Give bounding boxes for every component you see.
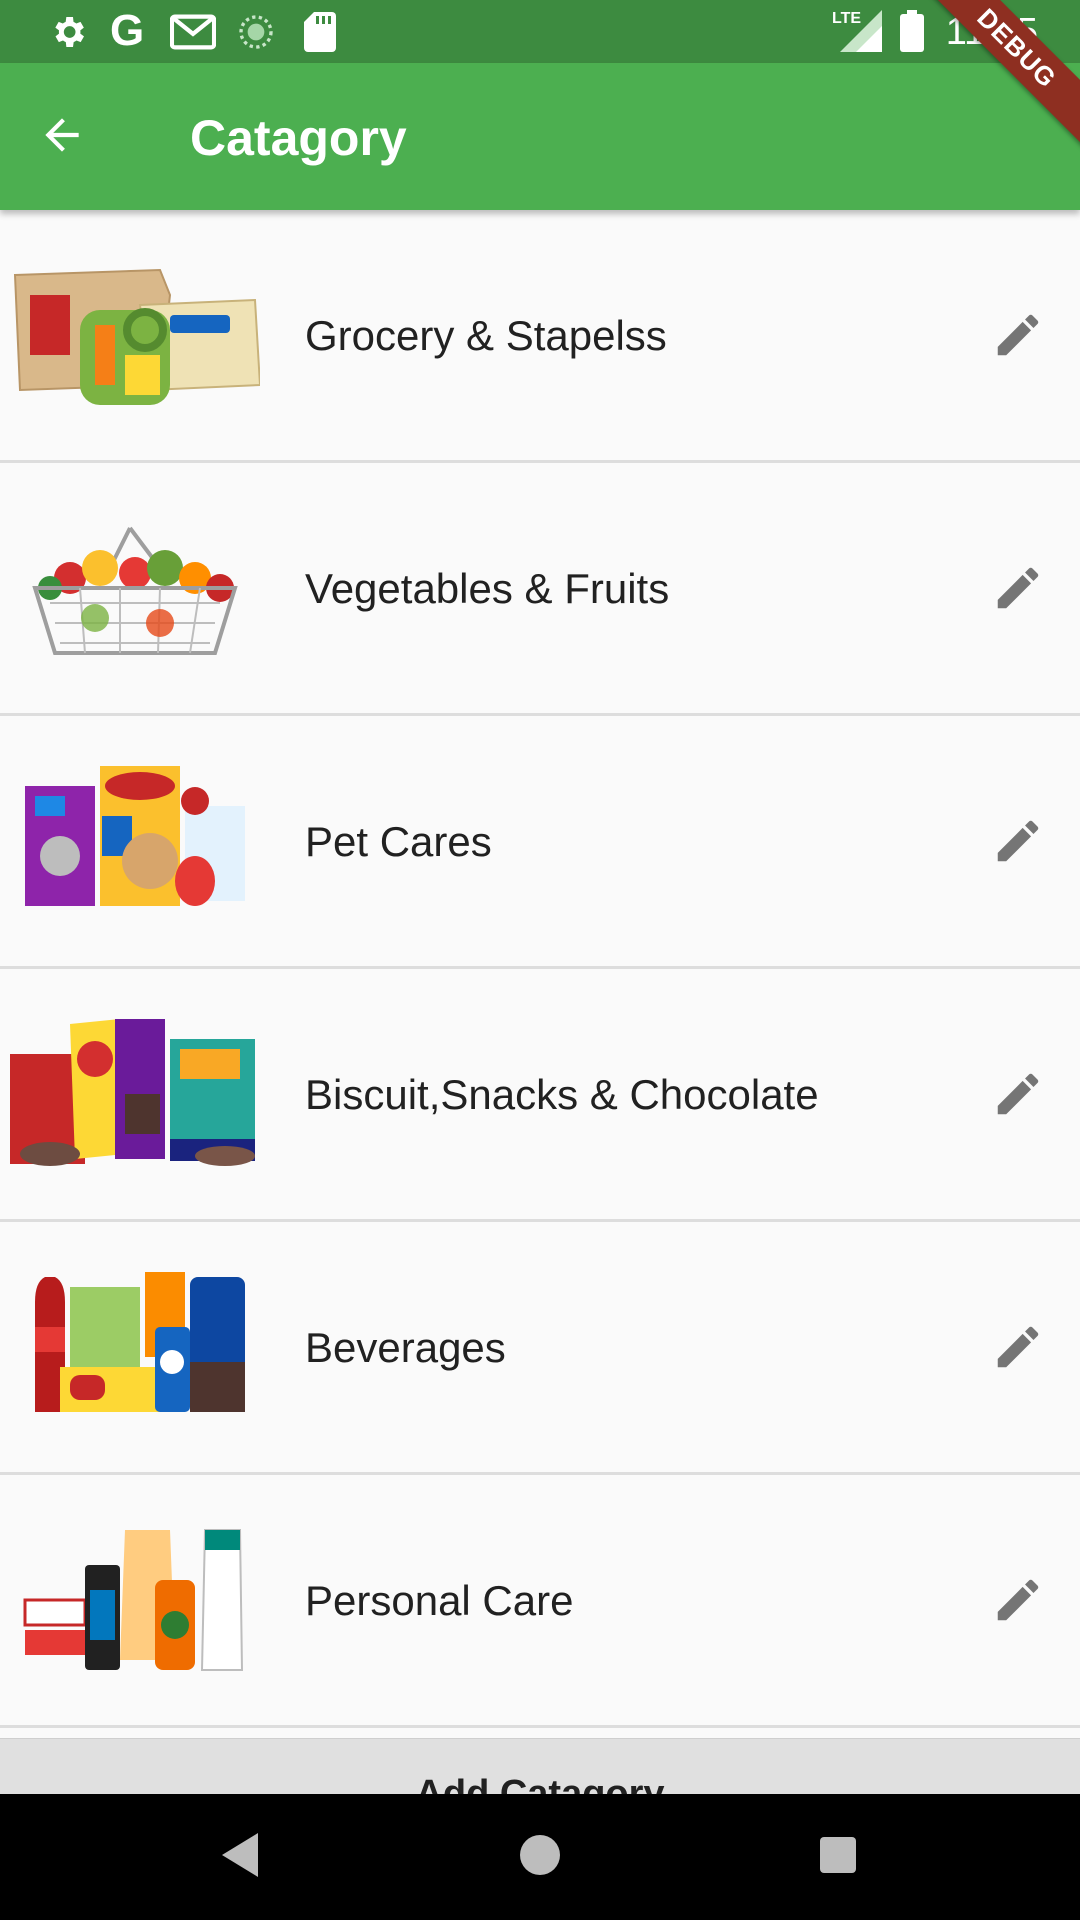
edit-button[interactable] (986, 558, 1050, 622)
beverages-image (10, 1267, 260, 1427)
app-bar: Catagory (0, 63, 1080, 210)
navigation-bar (0, 1794, 1080, 1920)
category-label: Vegetables & Fruits (305, 565, 670, 612)
category-label: Biscuit,Snacks & Chocolate (305, 1071, 819, 1118)
battery-icon (900, 10, 924, 52)
list-item[interactable]: Grocery & Stapelss (0, 210, 1080, 463)
edit-button[interactable] (986, 1064, 1050, 1128)
list-item[interactable]: Personal Care (0, 1475, 1080, 1728)
nav-home-button[interactable] (510, 1827, 570, 1887)
pencil-icon (991, 1320, 1045, 1379)
list-item[interactable]: Pet Cares (0, 716, 1080, 969)
grocery-image (10, 255, 262, 415)
app-screen: G LTE 11:45 DEBUG Catagory (0, 0, 1080, 1920)
pencil-icon (991, 1067, 1045, 1126)
category-label: Grocery & Stapelss (305, 312, 667, 359)
sync-icon (236, 12, 276, 50)
settings-icon (48, 12, 88, 50)
arrow-back-icon (37, 110, 87, 165)
pencil-icon (991, 814, 1045, 873)
category-label: Personal Care (305, 1577, 574, 1624)
category-list: Grocery & Stapelss Vegetables & Fruits P… (0, 210, 1080, 1728)
list-item[interactable]: Beverages (0, 1222, 1080, 1475)
list-item[interactable]: Vegetables & Fruits (0, 463, 1080, 716)
gmail-icon (169, 12, 217, 50)
lte-label: LTE (832, 10, 862, 27)
edit-button[interactable] (986, 305, 1050, 369)
edit-button[interactable] (986, 811, 1050, 875)
google-icon: G (110, 6, 145, 55)
back-button[interactable] (30, 105, 94, 169)
list-item[interactable]: Biscuit,Snacks & Chocolate (0, 969, 1080, 1222)
edit-button[interactable] (986, 1317, 1050, 1381)
nav-recents-button[interactable] (808, 1827, 868, 1887)
status-bar: G LTE 11:45 (0, 0, 1080, 63)
circle-home-icon (520, 1834, 560, 1880)
vegetables-basket-image (10, 508, 260, 668)
pencil-icon (991, 1573, 1045, 1632)
category-label: Pet Cares (305, 818, 492, 865)
page-title: Catagory (190, 110, 407, 166)
edit-button[interactable] (986, 1570, 1050, 1634)
pencil-icon (991, 561, 1045, 620)
snacks-image (10, 1014, 260, 1174)
nav-back-button[interactable] (212, 1827, 272, 1887)
triangle-back-icon (222, 1832, 262, 1882)
category-label: Beverages (305, 1324, 506, 1371)
pencil-icon (991, 308, 1045, 367)
pet-food-image (10, 761, 260, 921)
square-recents-icon (820, 1836, 856, 1878)
personal-care-image (10, 1520, 260, 1680)
sd-card-icon (304, 12, 336, 52)
